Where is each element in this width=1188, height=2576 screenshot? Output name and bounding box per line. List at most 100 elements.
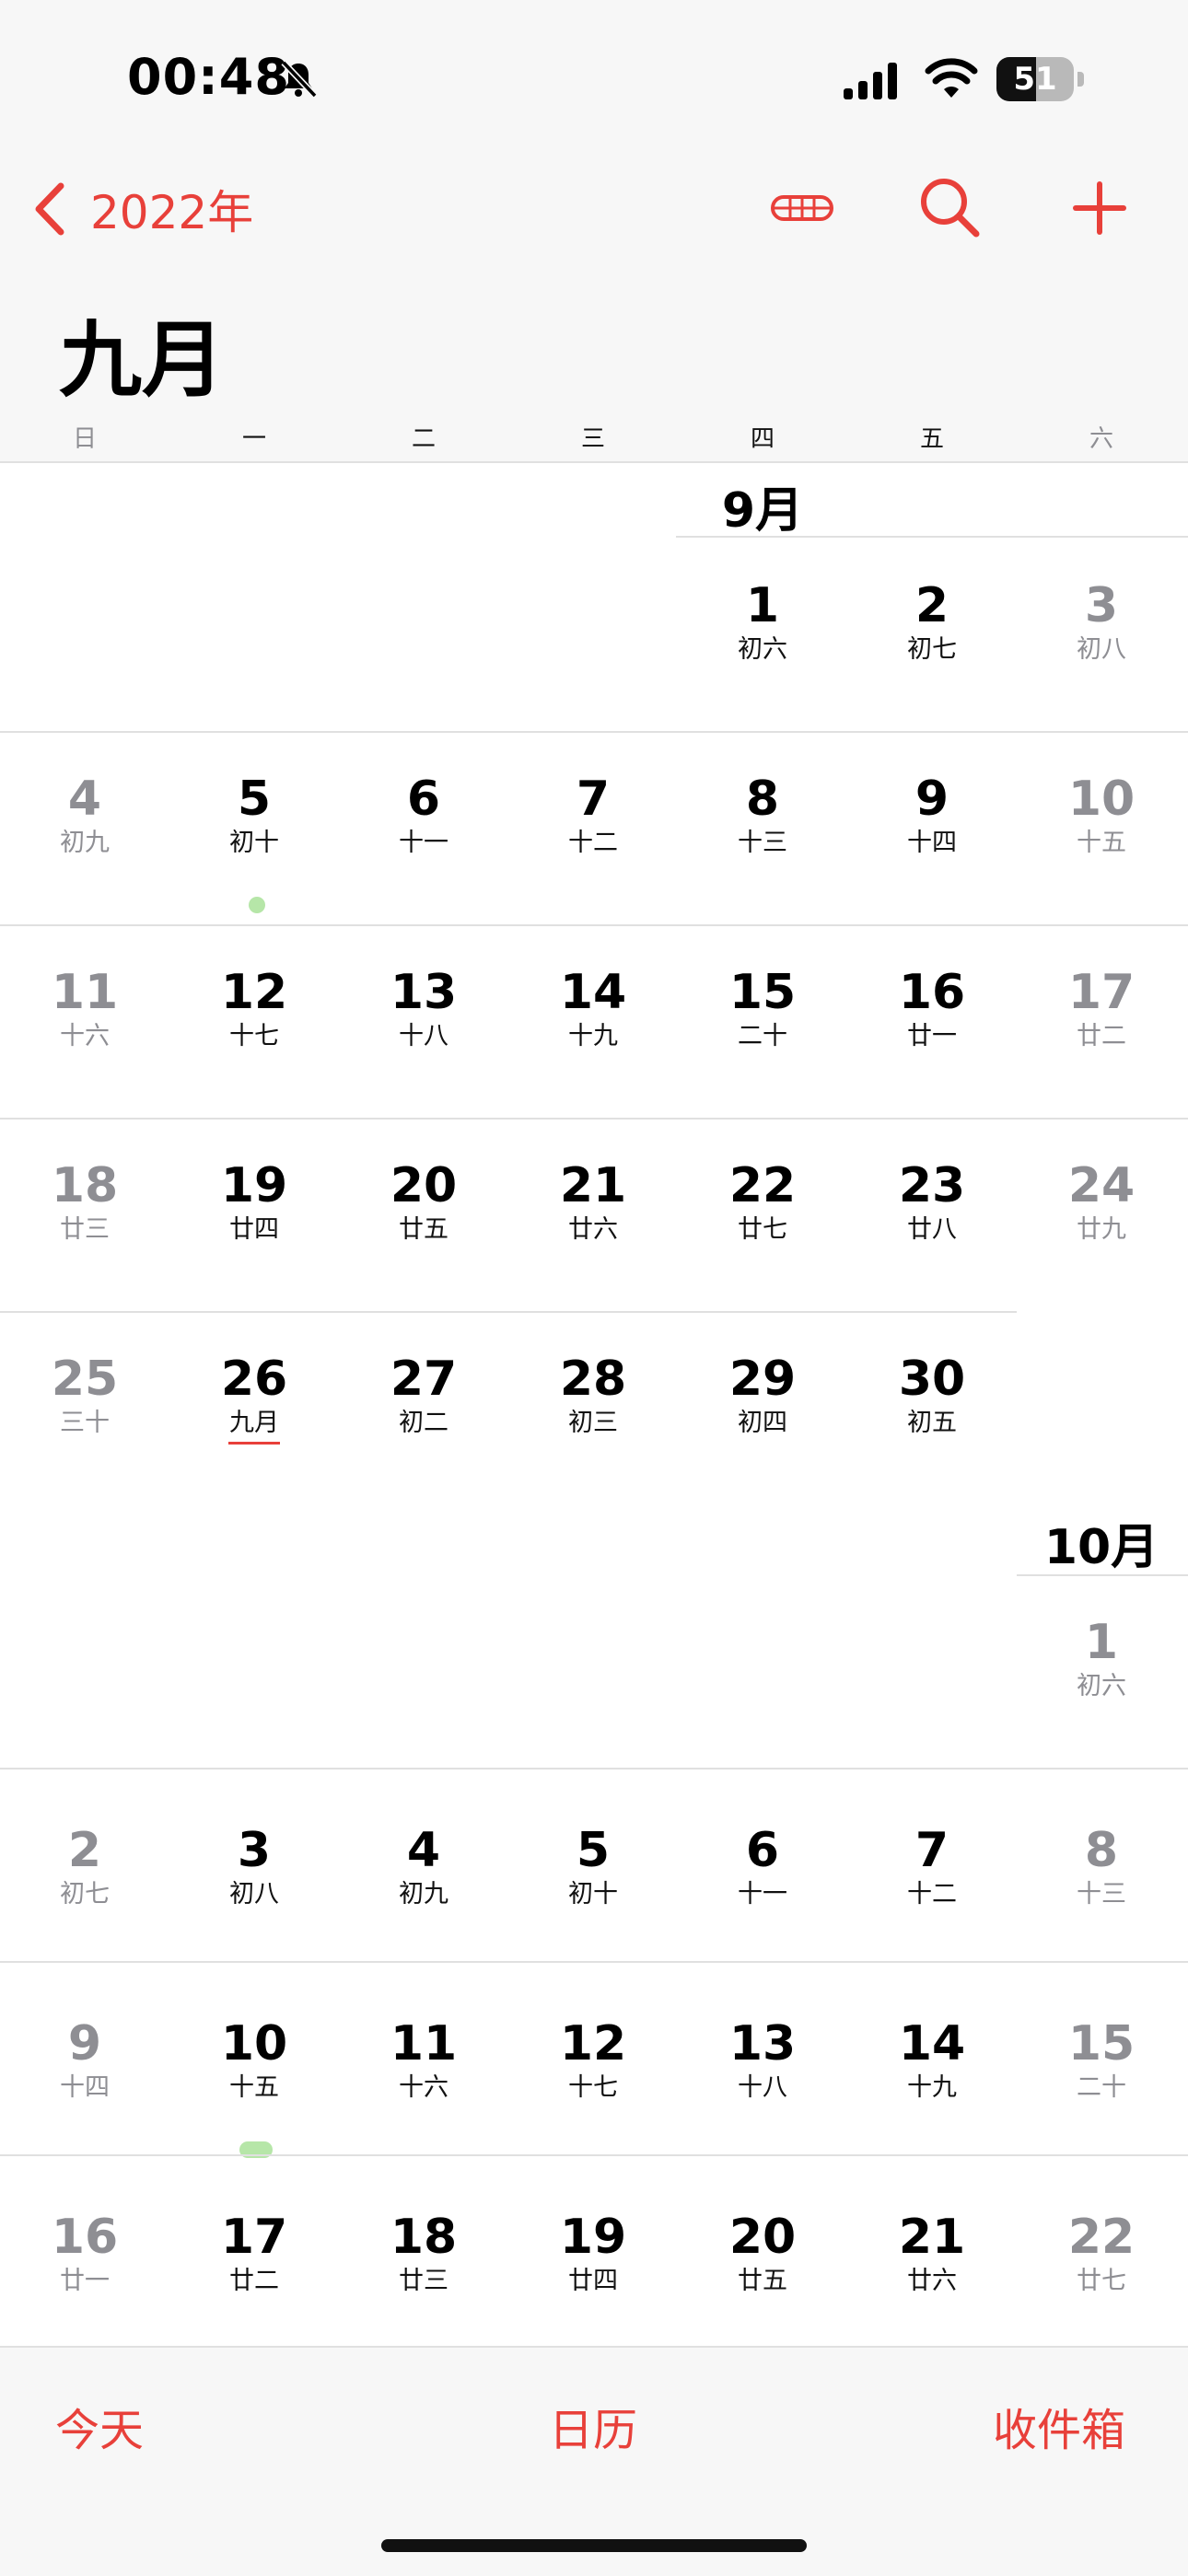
day-cell[interactable]: 3 初八 [1017,578,1186,716]
day-number: 15 [1067,2016,1136,2071]
day-cell[interactable]: 18 廿三 [339,2210,508,2348]
lunar-date: 十七 [229,1022,279,1050]
lunar-date: 初十 [568,1880,618,1909]
lunar-date: 三十 [60,1409,110,1437]
day-number: 21 [559,1158,627,1213]
lunar-date: 十四 [907,829,957,857]
day-cell[interactable]: 20 廿五 [678,2210,847,2348]
day-cell[interactable]: 5 初十 [508,1823,678,1961]
day-number: 30 [898,1352,966,1407]
day-cell[interactable]: 4 初九 [339,1823,508,1961]
week-divider [0,731,1188,733]
day-cell[interactable]: 22 廿七 [1017,2210,1186,2348]
lunar-date: 十一 [738,1880,787,1909]
day-number: 7 [576,772,611,827]
day-cell[interactable]: 24 廿九 [1017,1158,1186,1296]
day-cell[interactable]: 4 初九 [0,772,169,910]
day-cell[interactable]: 10 十五 [169,2016,339,2158]
day-cell[interactable]: 29 初四 [678,1352,847,1490]
day-cell[interactable]: 15 二十 [1017,2016,1186,2154]
day-number: 9 [67,2016,102,2071]
day-cell[interactable]: 6 十一 [678,1823,847,1961]
lunar-date: 初九 [399,1880,448,1909]
lunar-date: 十六 [399,2073,448,2102]
today-indicator [228,1442,280,1445]
day-cell[interactable]: 21 廿六 [847,2210,1017,2348]
day-cell[interactable]: 26 九月 [169,1352,339,1490]
day-cell[interactable]: 30 初五 [847,1352,1017,1490]
week-divider [0,2154,1188,2156]
day-cell[interactable]: 12 十七 [169,965,339,1103]
lunar-date: 廿四 [229,1215,279,1244]
lunar-date: 十五 [229,2073,279,2102]
lunar-date: 廿一 [60,2267,110,2295]
day-number: 12 [559,2016,627,2071]
lunar-date: 初八 [229,1880,279,1909]
day-cell[interactable]: 9 十四 [0,2016,169,2154]
day-cell[interactable]: 16 廿一 [0,2210,169,2348]
day-number: 22 [1067,2210,1136,2265]
day-cell[interactable]: 8 十三 [1017,1823,1186,1961]
day-cell[interactable]: 15 二十 [678,965,847,1103]
day-number: 1 [745,578,780,633]
day-cell[interactable]: 22 廿七 [678,1158,847,1296]
day-cell[interactable]: 13 十八 [339,965,508,1103]
lunar-date: 廿二 [1077,1022,1126,1050]
day-cell[interactable]: 19 廿四 [169,1158,339,1296]
day-cell[interactable]: 14 十九 [508,965,678,1103]
day-cell[interactable]: 1 初六 [678,578,847,716]
day-cell[interactable]: 18 廿三 [0,1158,169,1296]
lunar-date: 廿五 [399,1215,448,1244]
day-cell[interactable]: 14 十九 [847,2016,1017,2154]
day-cell[interactable]: 2 初七 [0,1823,169,1961]
day-number: 10 [1067,772,1136,827]
lunar-date: 十八 [399,1022,448,1050]
day-cell[interactable]: 3 初八 [169,1823,339,1961]
day-cell[interactable]: 6 十一 [339,772,508,910]
day-cell[interactable]: 25 三十 [0,1352,169,1490]
day-cell[interactable]: 5 初十 [169,772,339,913]
lunar-date: 廿一 [907,1022,957,1050]
calendars-button[interactable]: 日历 [549,2394,637,2458]
day-number: 18 [390,2210,458,2265]
day-number: 24 [1067,1158,1136,1213]
lunar-date: 廿五 [738,2267,787,2295]
day-cell[interactable]: 10 十五 [1017,772,1186,910]
day-cell[interactable]: 19 廿四 [508,2210,678,2348]
day-cell[interactable]: 8 十三 [678,772,847,910]
week-divider [0,1961,1188,1963]
week-divider [0,1768,1188,1770]
day-cell[interactable]: 2 初七 [847,578,1017,716]
day-cell[interactable]: 9 十四 [847,772,1017,910]
day-cell[interactable]: 11 十六 [0,965,169,1103]
day-cell[interactable]: 28 初三 [508,1352,678,1490]
lunar-date: 十九 [907,2073,957,2102]
day-cell[interactable]: 23 廿八 [847,1158,1017,1296]
lunar-date: 二十 [1077,2073,1126,2102]
week-divider [0,924,1188,926]
day-cell[interactable]: 16 廿一 [847,965,1017,1103]
day-cell[interactable]: 11 十六 [339,2016,508,2154]
inbox-button[interactable]: 收件箱 [993,2394,1125,2458]
today-button[interactable]: 今天 [55,2394,144,2458]
lunar-date: 廿六 [907,2267,957,2295]
day-cell[interactable]: 20 廿五 [339,1158,508,1296]
day-number: 16 [51,2210,119,2265]
week-divider [676,536,1188,538]
day-cell[interactable]: 17 廿二 [1017,965,1186,1103]
day-cell[interactable]: 1 初六 [1017,1615,1186,1753]
day-cell[interactable]: 17 廿二 [169,2210,339,2348]
day-cell[interactable]: 27 初二 [339,1352,508,1490]
day-number: 19 [559,2210,627,2265]
day-number: 5 [576,1823,611,1878]
day-cell[interactable]: 13 十八 [678,2016,847,2154]
day-number: 9 [914,772,949,827]
month-label-september: 9月 [721,483,804,539]
lunar-date: 二十 [738,1022,787,1050]
lunar-date: 廿八 [907,1215,957,1244]
day-cell[interactable]: 7 十二 [847,1823,1017,1961]
day-cell[interactable]: 12 十七 [508,2016,678,2154]
day-cell[interactable]: 7 十二 [508,772,678,910]
day-cell[interactable]: 21 廿六 [508,1158,678,1296]
event-dot [249,897,265,913]
